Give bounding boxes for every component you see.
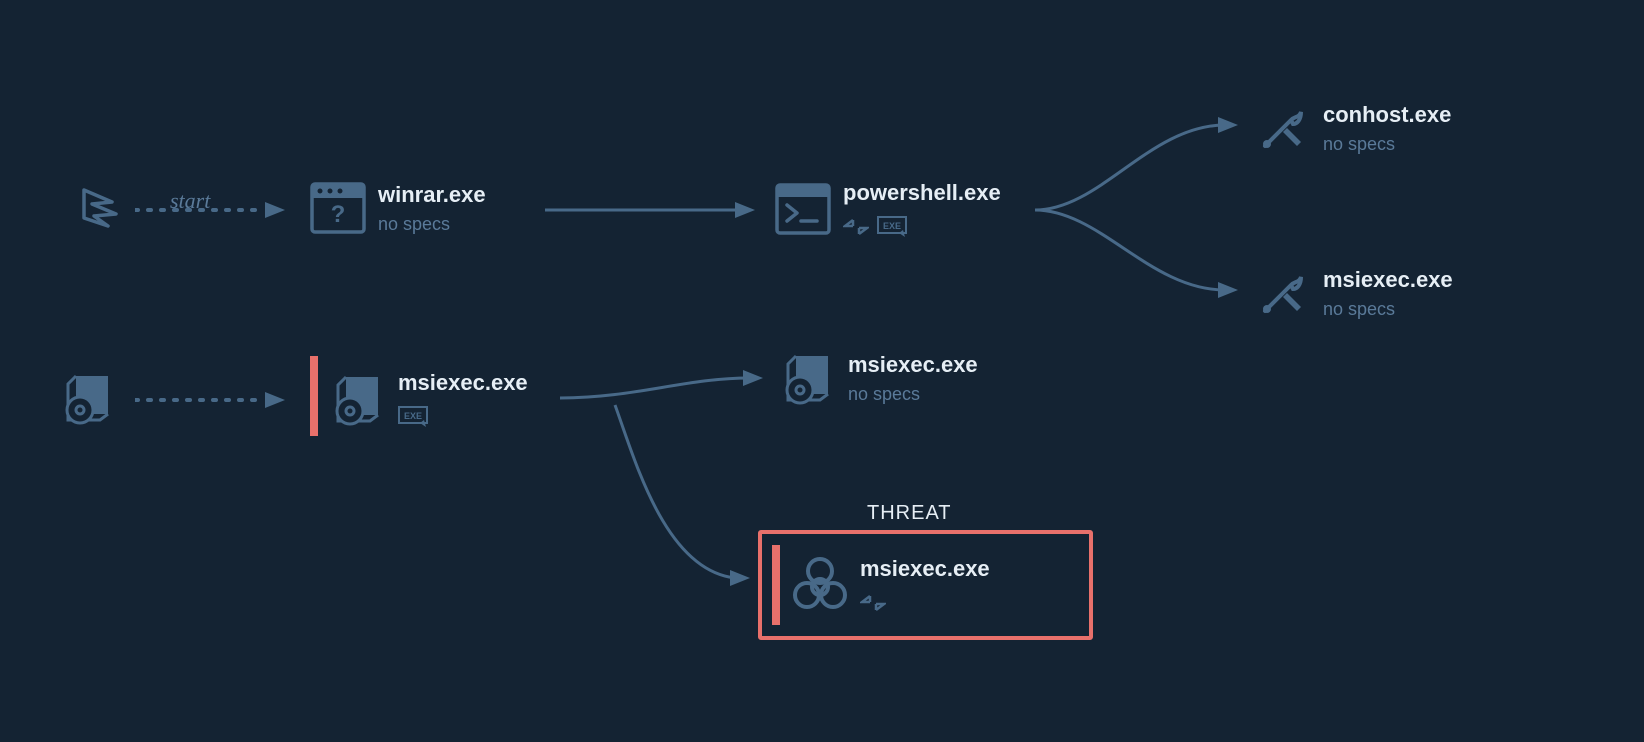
- tools-icon: [1255, 100, 1311, 156]
- node-msiexec-left[interactable]: msiexec.exe EXE: [330, 370, 528, 428]
- node-title: msiexec.exe: [848, 352, 978, 378]
- arrow-winrar-powershell: [545, 200, 760, 220]
- svg-text:EXE: EXE: [404, 411, 422, 421]
- window-question-icon: ?: [310, 180, 366, 236]
- threat-label: THREAT: [867, 502, 952, 525]
- arrow-powershell-fork: [1030, 95, 1250, 325]
- package-disc-icon: [60, 370, 116, 426]
- node-subtitle: no specs: [1323, 134, 1451, 155]
- node-winrar[interactable]: ? winrar.exe no specs: [310, 180, 486, 236]
- tools-icon: [1255, 265, 1311, 321]
- node-conhost[interactable]: conhost.exe no specs: [1255, 100, 1451, 156]
- svg-text:?: ?: [331, 201, 346, 228]
- node-subtitle: no specs: [848, 384, 978, 405]
- start-label: start: [170, 188, 210, 214]
- threat-marker-bar: [310, 356, 318, 436]
- node-msiexec-mid[interactable]: msiexec.exe no specs: [780, 350, 978, 406]
- package-disc-icon: [330, 371, 386, 427]
- arrow-start2-msiexec: [135, 390, 295, 410]
- node-title: msiexec.exe: [860, 556, 990, 582]
- node-subtitle: no specs: [378, 214, 486, 235]
- node-title: winrar.exe: [378, 182, 486, 208]
- node-title: msiexec.exe: [1323, 267, 1453, 293]
- exe-badge-icon: EXE: [877, 216, 907, 238]
- play-icon: [70, 180, 126, 236]
- arrows-icon: [860, 592, 886, 614]
- node-subtitle: no specs: [1323, 299, 1453, 320]
- arrows-icon: [843, 216, 869, 238]
- node-title: powershell.exe: [843, 180, 1001, 206]
- arrow-msiexec-fork: [555, 360, 775, 600]
- exe-badge-icon: EXE: [398, 406, 428, 428]
- node-title: msiexec.exe: [398, 370, 528, 396]
- node-msiexec-threat[interactable]: msiexec.exe: [758, 530, 1093, 640]
- arrow-start-winrar: [135, 200, 295, 220]
- threat-bar: [772, 545, 780, 625]
- start-node-2[interactable]: [60, 370, 116, 426]
- node-msiexec-topright[interactable]: msiexec.exe no specs: [1255, 265, 1453, 321]
- terminal-icon: [775, 181, 831, 237]
- package-disc-icon: [780, 350, 836, 406]
- start-node[interactable]: [70, 180, 126, 236]
- svg-text:EXE: EXE: [883, 221, 901, 231]
- biohazard-icon: [792, 557, 848, 613]
- node-title: conhost.exe: [1323, 102, 1451, 128]
- node-powershell[interactable]: powershell.exe EXE: [775, 180, 1001, 238]
